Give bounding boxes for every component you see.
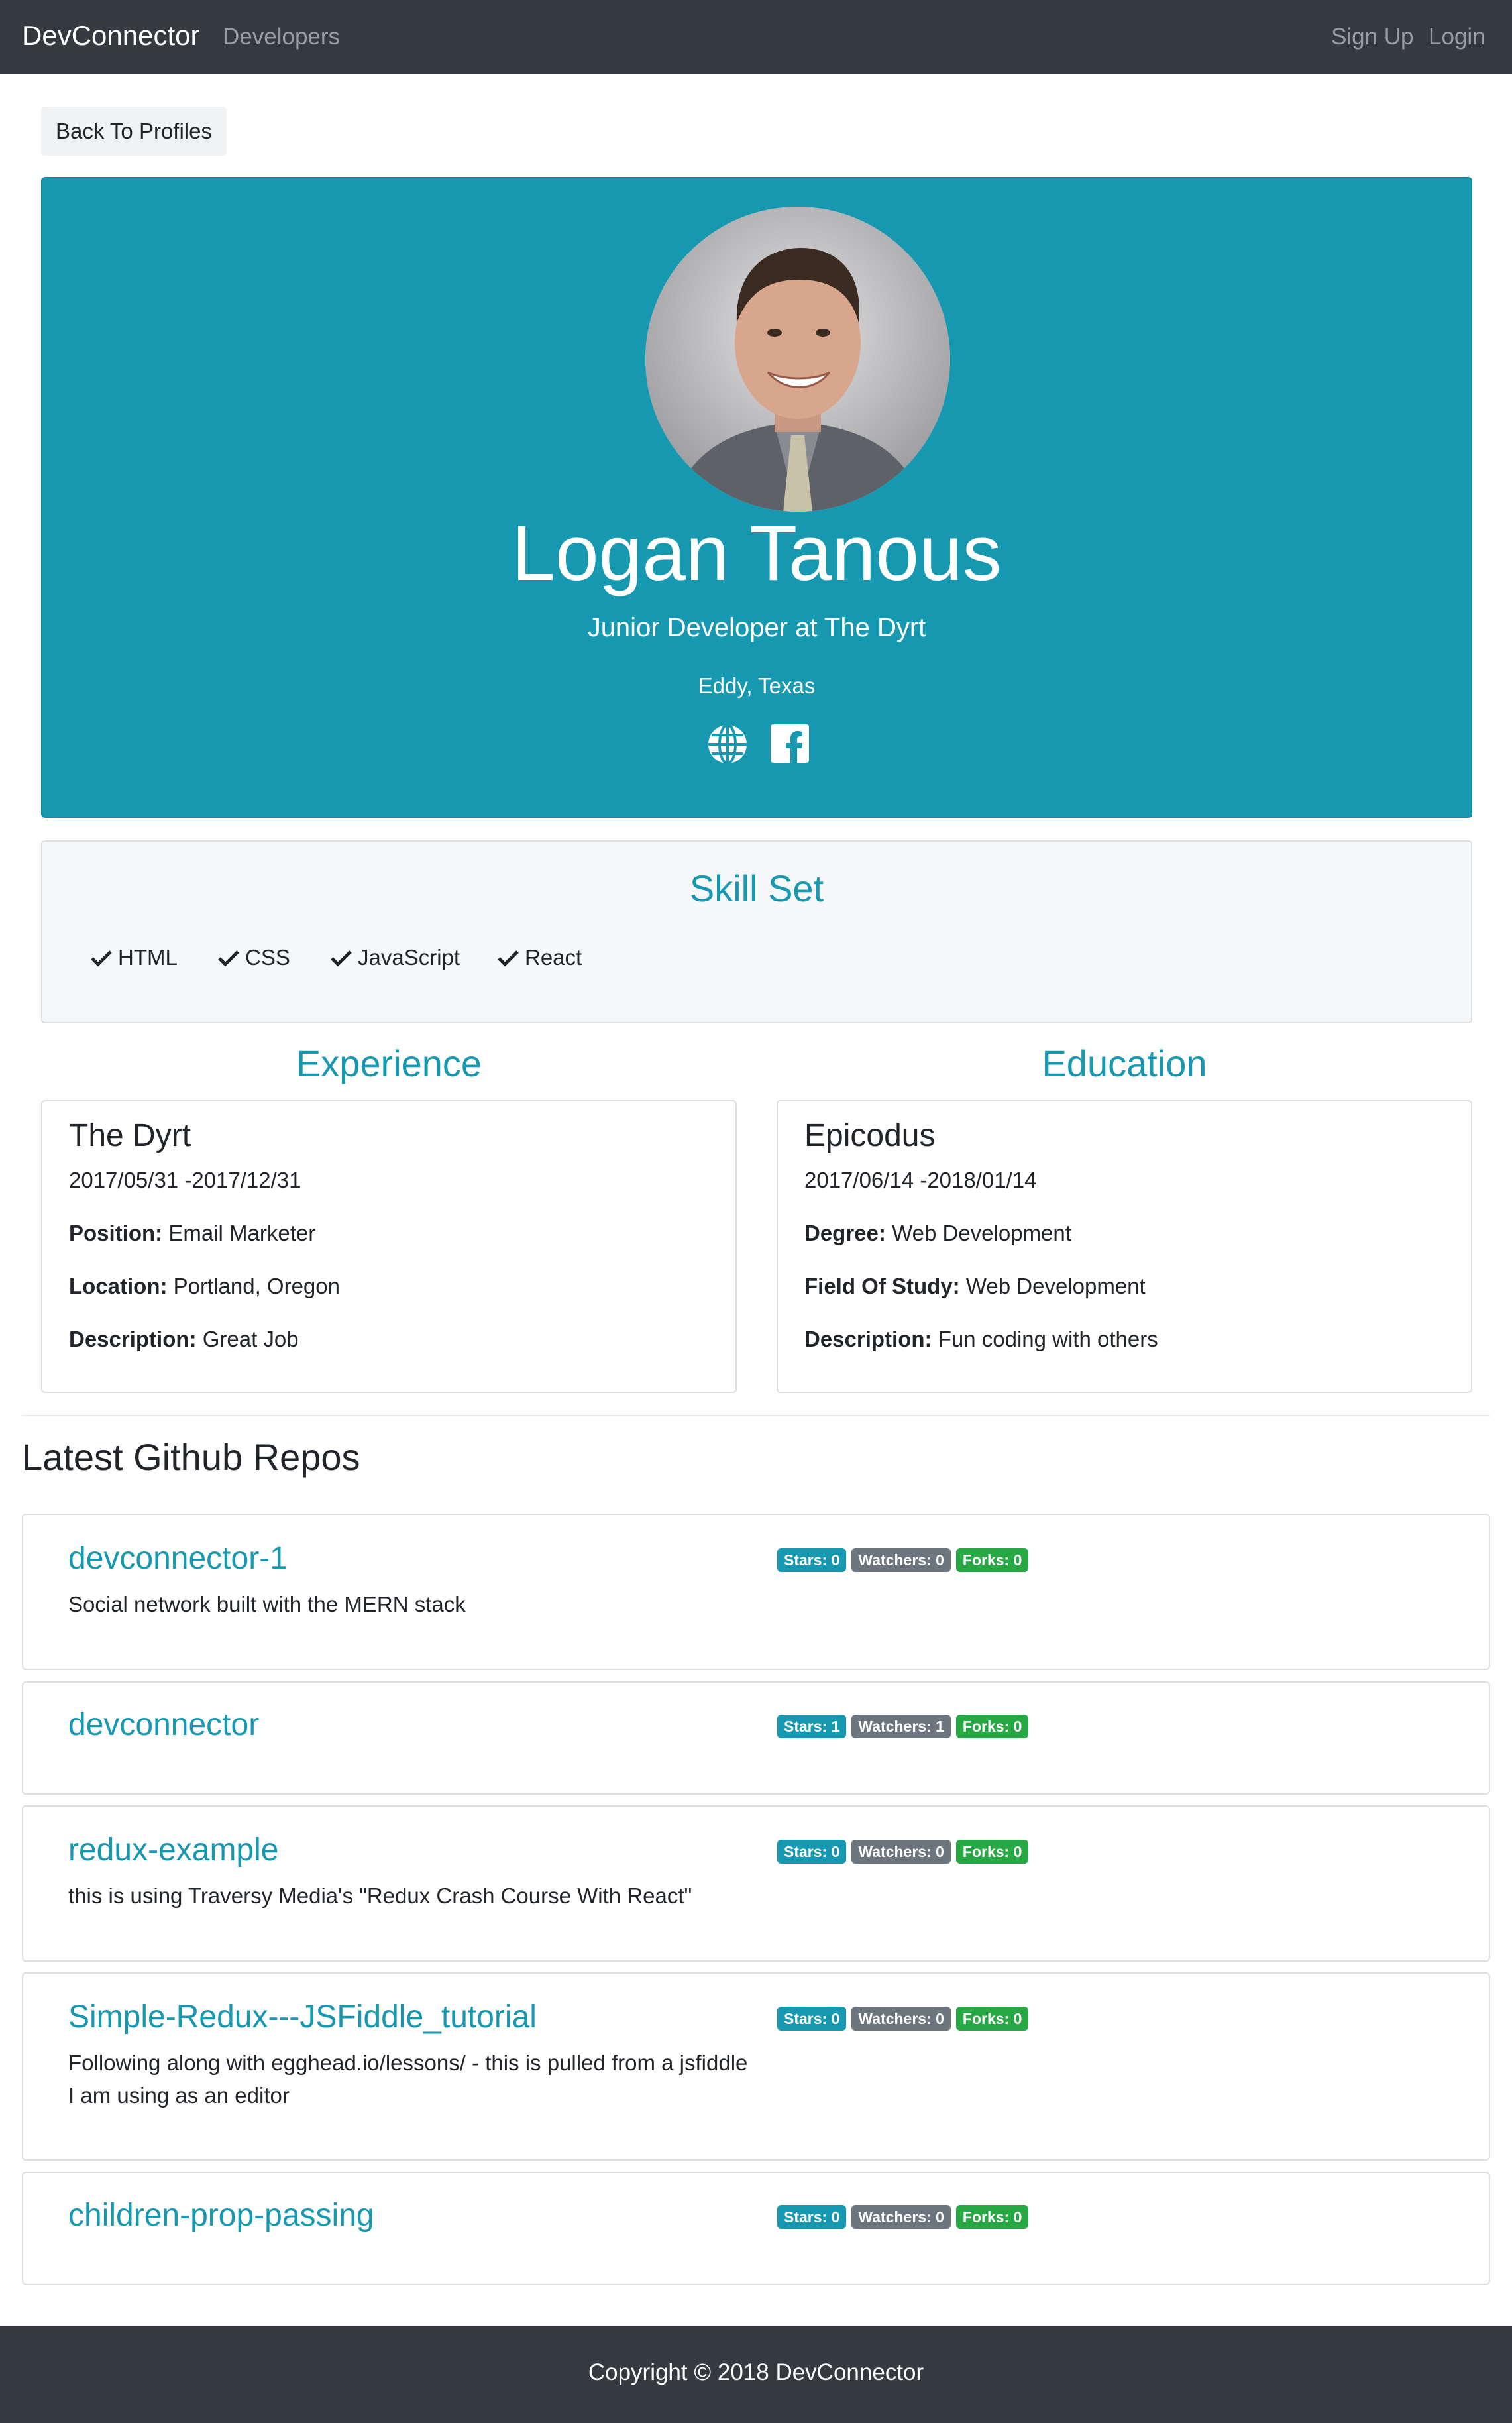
repo-card: Simple-Redux---JSFiddle_tutorial Followi… <box>22 1972 1490 2161</box>
experience-position: Position: Email Marketer <box>69 1221 316 1245</box>
footer-copyright: Copyright © 2018 DevConnector <box>588 2359 924 2385</box>
avatar <box>645 207 950 512</box>
repo-card: children-prop-passing Stars: 0 Watchers:… <box>22 2172 1490 2285</box>
repo-name-link[interactable]: devconnector <box>68 1707 259 1743</box>
forks-badge: Forks: 0 <box>955 1840 1029 1864</box>
skill-item: CSS <box>217 945 290 970</box>
repo-badges: Stars: 0 Watchers: 0 Forks: 0 <box>777 2007 1029 2031</box>
back-to-profiles-button[interactable]: Back To Profiles <box>41 107 227 156</box>
skill-label: HTML <box>118 945 178 970</box>
repo-badges: Stars: 1 Watchers: 1 Forks: 0 <box>777 1715 1029 1738</box>
skill-set-section: Skill Set HTML CSS JavaScript React <box>41 840 1472 1023</box>
experience-description: Description: Great Job <box>69 1327 299 1351</box>
stars-badge: Stars: 0 <box>777 2007 847 2031</box>
skill-label: CSS <box>245 945 290 970</box>
repo-name-link[interactable]: devconnector-1 <box>68 1540 288 1577</box>
stars-badge: Stars: 0 <box>777 1840 847 1864</box>
profile-location: Eddy, Texas <box>698 673 816 698</box>
experience-company: The Dyrt <box>69 1118 191 1153</box>
watchers-badge: Watchers: 1 <box>851 1715 951 1738</box>
education-dates: 2017/06/14 -2018/01/14 <box>804 1168 1037 1192</box>
skill-item: JavaScript <box>330 945 460 970</box>
skill-set-title: Skill Set <box>689 868 824 909</box>
skill-item: HTML <box>90 945 178 970</box>
globe-icon[interactable] <box>706 723 749 765</box>
skill-item: React <box>497 945 582 970</box>
stars-badge: Stars: 0 <box>777 1548 847 1572</box>
profile-name: Logan Tanous <box>512 510 1002 597</box>
repo-description: Social network built with the MERN stack <box>68 1592 466 1616</box>
forks-badge: Forks: 0 <box>955 1715 1029 1738</box>
repo-badges: Stars: 0 Watchers: 0 Forks: 0 <box>777 2205 1029 2229</box>
repo-badges: Stars: 0 Watchers: 0 Forks: 0 <box>777 1840 1029 1864</box>
repos-title: Latest Github Repos <box>22 1436 360 1478</box>
repo-description: this is using Traversy Media's "Redux Cr… <box>68 1884 692 1908</box>
repo-name-link[interactable]: Simple-Redux---JSFiddle_tutorial <box>68 1999 537 2035</box>
navbar: DevConnector Developers Sign Up Login <box>0 0 1512 74</box>
watchers-badge: Watchers: 0 <box>851 1548 951 1572</box>
nav-login-link[interactable]: Login <box>1429 24 1485 50</box>
experience-title: Experience <box>296 1042 482 1084</box>
brand-link[interactable]: DevConnector <box>22 20 199 52</box>
stars-badge: Stars: 0 <box>777 2205 847 2229</box>
repo-badges: Stars: 0 Watchers: 0 Forks: 0 <box>777 1548 1029 1572</box>
watchers-badge: Watchers: 0 <box>851 2205 951 2229</box>
education-degree: Degree: Web Development <box>804 1221 1071 1245</box>
check-icon <box>91 950 112 967</box>
education-description: Description: Fun coding with others <box>804 1327 1158 1351</box>
forks-badge: Forks: 0 <box>955 1548 1029 1572</box>
nav-developers-link[interactable]: Developers <box>223 24 340 50</box>
stars-badge: Stars: 1 <box>777 1715 847 1738</box>
experience-location: Location: Portland, Oregon <box>69 1274 340 1298</box>
education-title: Education <box>1042 1042 1207 1084</box>
divider <box>22 1415 1490 1416</box>
check-icon <box>498 950 519 967</box>
repo-name-link[interactable]: redux-example <box>68 1832 278 1868</box>
watchers-badge: Watchers: 0 <box>851 2007 951 2031</box>
experience-dates: 2017/05/31 -2017/12/31 <box>69 1168 301 1192</box>
check-icon <box>331 950 352 967</box>
footer: Copyright © 2018 DevConnector <box>0 2326 1512 2423</box>
repo-card: devconnector Stars: 1 Watchers: 1 Forks:… <box>22 1681 1490 1795</box>
profile-header: Logan Tanous Junior Developer at The Dyr… <box>41 177 1472 818</box>
repo-card: redux-example this is using Traversy Med… <box>22 1805 1490 1962</box>
repo-description: Following along with egghead.io/lessons/… <box>68 2051 748 2108</box>
check-icon <box>218 950 239 967</box>
repo-card: devconnector-1 Social network built with… <box>22 1514 1490 1670</box>
experience-card: The Dyrt 2017/05/31 -2017/12/31 Position… <box>41 1100 737 1393</box>
skill-label: React <box>525 945 582 970</box>
skill-label: JavaScript <box>358 945 460 970</box>
education-school: Epicodus <box>804 1118 936 1153</box>
repo-name-link[interactable]: children-prop-passing <box>68 2197 374 2233</box>
forks-badge: Forks: 0 <box>955 2205 1029 2229</box>
forks-badge: Forks: 0 <box>955 2007 1029 2031</box>
nav-signup-link[interactable]: Sign Up <box>1331 24 1414 50</box>
education-field: Field Of Study: Web Development <box>804 1274 1146 1298</box>
watchers-badge: Watchers: 0 <box>851 1840 951 1864</box>
facebook-icon[interactable] <box>771 724 809 763</box>
education-card: Epicodus 2017/06/14 -2018/01/14 Degree: … <box>777 1100 1472 1393</box>
profile-title: Junior Developer at The Dyrt <box>587 613 926 642</box>
